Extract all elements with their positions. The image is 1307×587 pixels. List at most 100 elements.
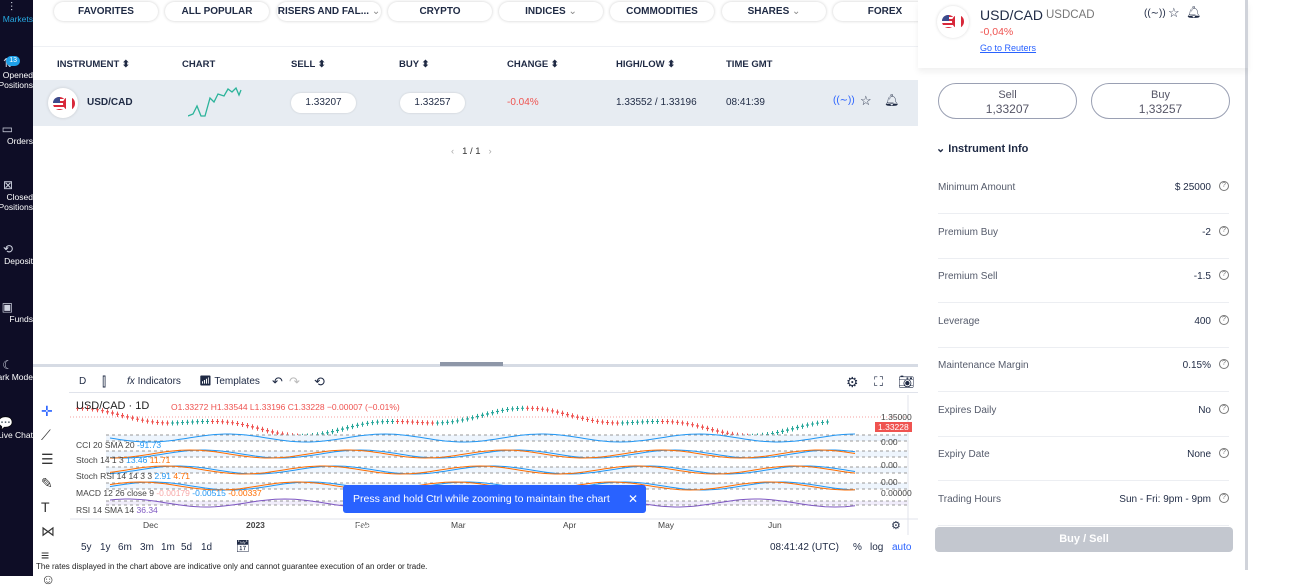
indicator-legend[interactable]: RSI 14 SMA 14 36.34 [76, 505, 158, 515]
tab-1[interactable]: ALL POPULAR [165, 2, 269, 21]
candle [471, 417, 474, 419]
col-highlow[interactable]: HIGH/LOW ⬍ [616, 59, 675, 70]
range-button-3m[interactable]: 3m [140, 542, 154, 553]
buy-price-button[interactable]: 1.33257 [400, 93, 465, 113]
candle [491, 412, 494, 414]
measure-icon[interactable]: ≡ [41, 547, 49, 563]
candle [481, 414, 484, 416]
candle [126, 416, 129, 418]
sidebar-item-funds[interactable]: ▣ Funds [0, 301, 33, 324]
indicator-band [106, 435, 908, 441]
indicator-legend[interactable]: Stoch 14 1 3 13.46 11.71 [76, 455, 170, 465]
undo-icon[interactable]: ↶ [272, 373, 283, 393]
sidebar-item-deposit[interactable]: ⟲ Deposit [0, 243, 33, 266]
crosshair-icon[interactable]: ✛ [41, 403, 53, 420]
trendline-icon[interactable]: ⟋ [41, 427, 51, 444]
sidebar-item-dark-mode[interactable]: ☾Dark Mode [0, 359, 33, 382]
next-page-button[interactable]: › [489, 146, 492, 157]
help-icon[interactable]: ? [1219, 270, 1229, 280]
candle [416, 421, 419, 423]
sidebar-item-orders[interactable]: ▭ Orders [0, 123, 33, 146]
sidebar-item-live-chat[interactable]: 💬 Live Chat [0, 417, 33, 440]
candle [571, 415, 574, 417]
candle-style-icon[interactable]: ⫿ [102, 373, 106, 393]
resize-handle[interactable] [440, 362, 503, 366]
signal-icon[interactable]: ((∼)) [833, 95, 855, 106]
instrument-info-toggle[interactable]: ⌄ Instrument Info [936, 142, 1028, 155]
text-icon[interactable]: T [41, 499, 50, 515]
col-change[interactable]: CHANGE ⬍ [507, 59, 559, 70]
templates-button[interactable]: 📶︎ Templates [199, 373, 260, 393]
fib-icon[interactable]: ☰ [41, 451, 54, 468]
range-button-5y[interactable]: 5y [81, 542, 92, 553]
tab-3[interactable]: CRYPTO [388, 2, 492, 21]
help-icon[interactable]: ? [1219, 359, 1229, 369]
sidebar-item-closed-positions[interactable]: ⊠ Closed Positions [0, 179, 33, 212]
tab-6[interactable]: SHARES ⌄ [722, 2, 826, 21]
prev-page-button[interactable]: ‹ [451, 146, 454, 157]
info-row: Trading Hours Sun - Fri: 9pm - 9pm? [938, 482, 1229, 526]
signal-icon[interactable]: ((∼)) [1144, 8, 1166, 19]
buy-button[interactable]: Buy 1,33257 [1091, 83, 1230, 119]
sell-button[interactable]: Sell 1,33207 [938, 83, 1077, 119]
col-buy[interactable]: BUY ⬍ [399, 59, 430, 70]
col-chart: CHART [182, 59, 216, 70]
range-button-1y[interactable]: 1y [100, 542, 111, 553]
tab-5[interactable]: COMMODITIES [610, 2, 714, 21]
brush-icon[interactable]: ✎ [41, 475, 53, 492]
fullscreen-icon[interactable]: ⛶ [874, 373, 883, 393]
indicator-legend[interactable]: CCI 20 SMA 20 -91.73 [76, 440, 161, 450]
axis-settings-icon[interactable]: ⚙ [891, 519, 901, 532]
candle [411, 421, 414, 423]
emoji-icon[interactable]: ☺ [41, 571, 55, 587]
col-time: TIME GMT [726, 59, 773, 70]
sidebar-item-opened-positions[interactable]: 13⇅Opened Positions [0, 56, 33, 90]
sell-price-button[interactable]: 1.33207 [291, 93, 356, 113]
redo-icon[interactable]: ↷ [289, 373, 300, 393]
help-icon[interactable]: ? [1219, 448, 1229, 458]
col-instrument[interactable]: INSTRUMENT ⬍ [57, 59, 130, 70]
star-icon[interactable]: ☆ [1168, 5, 1180, 21]
pattern-icon[interactable]: ⋈ [41, 523, 55, 540]
close-icon[interactable]: ✕ [628, 485, 638, 513]
help-icon[interactable]: ? [1219, 314, 1229, 325]
date-range-icon[interactable]: 📅︎ [235, 539, 250, 553]
help-icon[interactable]: ? [1219, 492, 1229, 503]
percent-toggle[interactable]: % [853, 542, 862, 553]
candle [586, 418, 589, 420]
camera-icon[interactable]: 📷︎ [898, 373, 915, 393]
auto-toggle[interactable]: auto [892, 542, 911, 553]
candle [771, 433, 774, 435]
star-icon[interactable]: ☆ [860, 93, 872, 109]
table-row[interactable]: USD/CAD 1.33207 1.33257 -0.04% 1.33552 /… [33, 80, 918, 126]
price-chart-canvas[interactable] [70, 395, 918, 535]
interval-button[interactable]: D [79, 373, 86, 393]
indicator-legend[interactable]: MACD 12 26 close 9 -0.00179 -0.00515 -0.… [76, 488, 262, 498]
info-row: Premium Sell -1.5? [938, 259, 1229, 303]
indicators-button[interactable]: fx Indicators [127, 373, 181, 393]
candle [121, 414, 124, 417]
reuters-link[interactable]: Go to Reuters [980, 43, 1036, 53]
help-icon[interactable]: ? [1219, 225, 1229, 236]
candle [551, 410, 554, 412]
buy-sell-button[interactable]: Buy / Sell [935, 527, 1233, 552]
tab-4[interactable]: INDICES ⌄ [499, 2, 603, 21]
replay-icon[interactable]: ⟲ [314, 373, 325, 393]
log-toggle[interactable]: log [870, 542, 883, 553]
range-button-6m[interactable]: 6m [118, 542, 132, 553]
indicator-legend[interactable]: Stoch RSI 14 14 3 3 2.91 4.71 [76, 471, 190, 481]
templates-icon: 📶︎ [199, 376, 212, 387]
tab-0[interactable]: FAVORITES [54, 2, 158, 21]
bell-icon[interactable]: 🔔︎ [1186, 5, 1201, 19]
candle [516, 407, 519, 409]
sidebar-item-markets[interactable]: ⫶ Markets [0, 1, 33, 24]
range-button-1m[interactable]: 1m [161, 542, 175, 553]
col-sell[interactable]: SELL ⬍ [291, 59, 326, 70]
settings-icon[interactable]: ⚙ [846, 373, 859, 393]
range-button-1d[interactable]: 1d [201, 542, 212, 553]
range-button-5d[interactable]: 5d [181, 542, 192, 553]
tab-2[interactable]: RISERS AND FAL... ⌄ [277, 2, 381, 21]
bell-icon[interactable]: 🔔︎ [884, 93, 899, 107]
help-icon[interactable]: ? [1219, 181, 1229, 191]
help-icon[interactable]: ? [1219, 403, 1229, 414]
